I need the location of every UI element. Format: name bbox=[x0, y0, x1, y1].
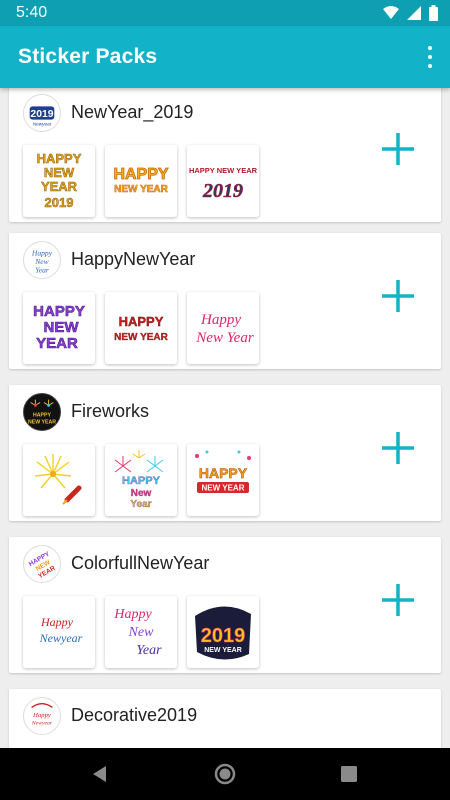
pack-icon-fireworks: HAPPY NEW YEAR bbox=[23, 393, 61, 431]
status-bar: 5:40 bbox=[0, 0, 450, 26]
sticker-thumb[interactable]: HAPPY NEW YEAR bbox=[105, 292, 177, 364]
svg-text:NEW YEAR: NEW YEAR bbox=[202, 484, 245, 493]
svg-text:Happy: Happy bbox=[32, 712, 51, 719]
fireworks-pack-logo: HAPPY NEW YEAR bbox=[24, 394, 60, 430]
signal-icon bbox=[407, 6, 421, 20]
happynewyear-pack-logo: Happy New Year bbox=[31, 248, 53, 274]
sticker-thumb[interactable]: Happy Newyear bbox=[23, 596, 95, 668]
sticker-thumb[interactable]: HAPPY New Year bbox=[105, 444, 177, 516]
svg-text:Happy: Happy bbox=[200, 312, 241, 328]
pack-icon-happynewyear: Happy New Year bbox=[23, 241, 61, 279]
svg-text:HAPPY NEW YEAR: HAPPY NEW YEAR bbox=[189, 166, 258, 175]
svg-text:New: New bbox=[131, 488, 152, 499]
wifi-icon bbox=[383, 6, 399, 19]
svg-text:HAPPY: HAPPY bbox=[113, 166, 168, 183]
svg-text:Year: Year bbox=[136, 643, 162, 658]
pack-name: Fireworks bbox=[71, 401, 150, 421]
navigation-bar bbox=[0, 748, 450, 800]
sticker-thumb[interactable]: HAPPY NEW YEAR 2019 bbox=[23, 145, 95, 217]
svg-text:Year: Year bbox=[35, 265, 49, 274]
svg-text:HAPPY: HAPPY bbox=[33, 303, 85, 320]
svg-text:Newyear: Newyear bbox=[33, 121, 52, 127]
svg-text:Newyear: Newyear bbox=[31, 721, 53, 727]
svg-text:2019: 2019 bbox=[30, 109, 53, 120]
recents-icon[interactable] bbox=[337, 762, 361, 786]
svg-text:NEW YEAR: NEW YEAR bbox=[204, 647, 242, 654]
pack-icon-newyear-2019: 2019 Newyear bbox=[23, 94, 61, 132]
svg-text:New: New bbox=[128, 625, 155, 640]
svg-text:Happy: Happy bbox=[40, 615, 74, 629]
svg-text:NEW YEAR: NEW YEAR bbox=[28, 419, 56, 425]
sticker-thumb[interactable]: HAPPY NEW YEAR 2019 bbox=[187, 145, 259, 217]
svg-text:HAPPY: HAPPY bbox=[119, 314, 164, 329]
status-time: 5:40 bbox=[16, 4, 48, 21]
status-icons bbox=[383, 5, 438, 21]
sticker-pack-card-decorative2019[interactable]: Happy Newyear Decorative2019 bbox=[9, 689, 441, 748]
svg-text:NEW YEAR: NEW YEAR bbox=[114, 184, 168, 195]
sticker-pack-card-colorfullnewyear[interactable]: HAPPY NEW YEAR ColorfullNewYear Happy Ne… bbox=[9, 537, 441, 673]
pack-name: ColorfullNewYear bbox=[71, 553, 210, 573]
app-bar: Sticker Packs bbox=[0, 26, 450, 88]
svg-text:2019: 2019 bbox=[45, 195, 74, 210]
plus-icon[interactable] bbox=[378, 580, 418, 620]
svg-text:NEW: NEW bbox=[44, 319, 80, 336]
svg-text:Happy: Happy bbox=[113, 607, 152, 622]
svg-text:Year: Year bbox=[130, 499, 151, 510]
svg-text:YEAR: YEAR bbox=[41, 179, 78, 194]
sticker-thumb[interactable]: HAPPY NEW YEAR bbox=[23, 292, 95, 364]
plus-icon[interactable] bbox=[378, 276, 418, 316]
pack-name: HappyNewYear bbox=[71, 249, 196, 269]
svg-text:HAPPY: HAPPY bbox=[33, 413, 51, 419]
pack-icon-decorative2019: Happy Newyear bbox=[23, 697, 61, 735]
home-icon[interactable] bbox=[213, 762, 237, 786]
svg-text:2019: 2019 bbox=[202, 180, 243, 202]
sticker-pack-card-fireworks[interactable]: HAPPY NEW YEAR Fireworks HAPPY New Year … bbox=[9, 385, 441, 521]
sticker-thumb[interactable]: Happy New Year bbox=[187, 292, 259, 364]
svg-text:YEAR: YEAR bbox=[36, 335, 78, 352]
battery-icon bbox=[429, 5, 438, 21]
newyear-2019-pack-logo: 2019 Newyear bbox=[24, 95, 60, 131]
pack-icon-colorfullnewyear: HAPPY NEW YEAR bbox=[23, 545, 61, 583]
sticker-thumb[interactable]: HAPPY NEW YEAR bbox=[105, 145, 177, 217]
plus-icon[interactable] bbox=[378, 428, 418, 468]
colorfullnewyear-pack-logo: HAPPY NEW YEAR bbox=[28, 550, 57, 580]
page-title: Sticker Packs bbox=[18, 45, 158, 68]
svg-text:HAPPY: HAPPY bbox=[37, 151, 82, 166]
back-icon[interactable] bbox=[88, 762, 112, 786]
svg-text:NEW: NEW bbox=[44, 165, 75, 180]
sticker-thumb[interactable]: 2019 NEW YEAR bbox=[187, 596, 259, 668]
svg-text:2019: 2019 bbox=[201, 625, 246, 647]
svg-text:HAPPY: HAPPY bbox=[122, 475, 161, 487]
decorative2019-pack-logo: Happy Newyear bbox=[31, 702, 53, 727]
pack-name: Decorative2019 bbox=[71, 705, 198, 725]
svg-text:HAPPY: HAPPY bbox=[199, 465, 248, 481]
svg-text:NEW YEAR: NEW YEAR bbox=[114, 332, 168, 343]
sticker-thumb[interactable]: Happy New Year bbox=[105, 596, 177, 668]
more-vert-icon[interactable] bbox=[424, 46, 436, 68]
pack-name: NewYear_2019 bbox=[71, 102, 194, 122]
svg-text:New Year: New Year bbox=[195, 330, 254, 346]
svg-text:Newyear: Newyear bbox=[39, 631, 83, 645]
sticker-thumb[interactable]: HAPPY NEW YEAR bbox=[187, 444, 259, 516]
sticker-thumb[interactable] bbox=[23, 444, 95, 516]
sticker-pack-list[interactable]: 2019 Newyear NewYear_2019 HAPPY NEW YEAR… bbox=[0, 88, 450, 748]
sticker-pack-card-happynewyear[interactable]: Happy New Year HappyNewYear HAPPY NEW YE… bbox=[9, 233, 441, 369]
sticker-pack-card-newyear-2019[interactable]: 2019 Newyear NewYear_2019 HAPPY NEW YEAR… bbox=[9, 88, 441, 222]
plus-icon[interactable] bbox=[378, 129, 418, 169]
